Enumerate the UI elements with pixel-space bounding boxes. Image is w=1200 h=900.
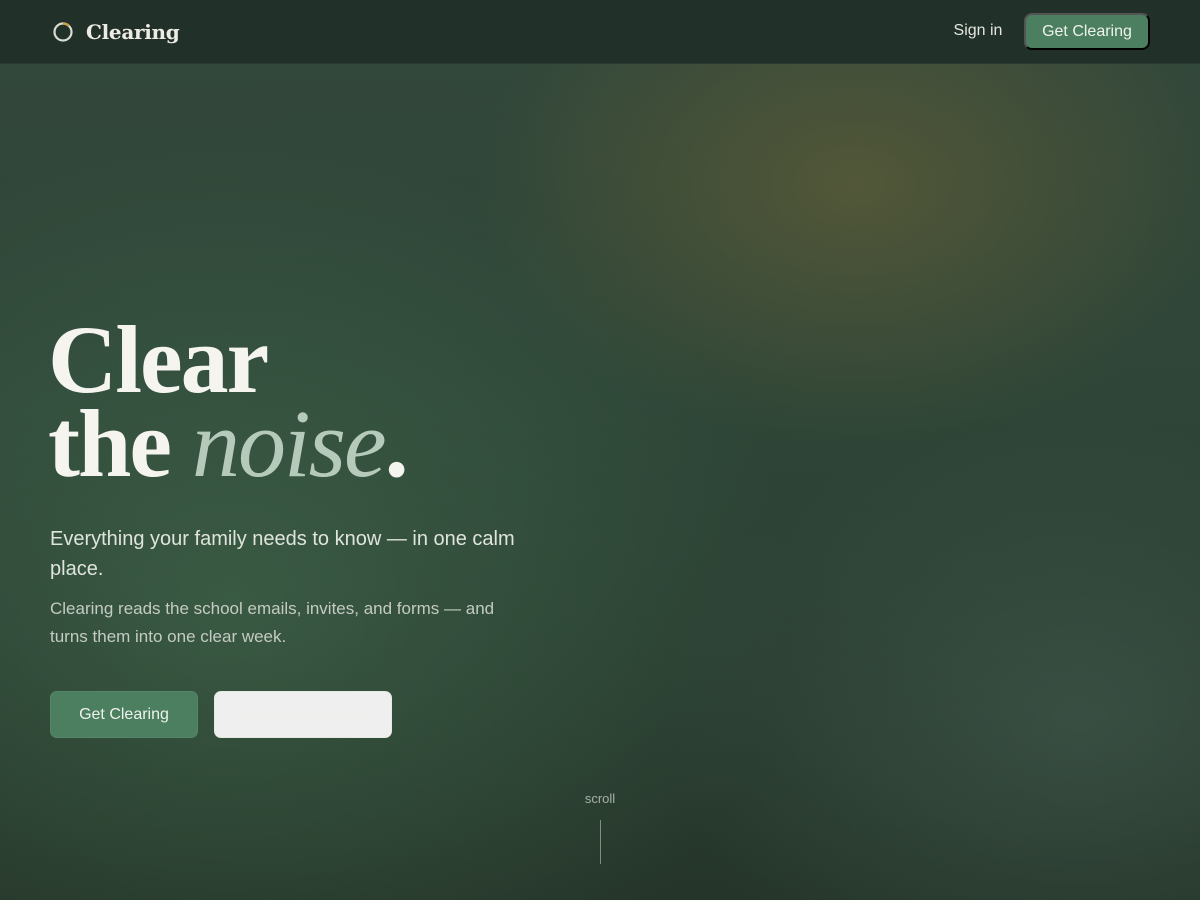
ring-logo-icon xyxy=(53,22,73,42)
headline-line-2: the noise. xyxy=(48,396,568,492)
scroll-indicator-line xyxy=(600,820,601,864)
hero-headline: Clear the noise. xyxy=(48,312,568,492)
hero-description: Clearing reads the school emails, invite… xyxy=(50,599,495,646)
headline-accent-word: noise xyxy=(191,390,387,497)
headline-prefix: the xyxy=(48,390,192,497)
brand-name: Clearing xyxy=(86,20,180,44)
scroll-hint-label: scroll xyxy=(584,791,616,806)
see-how-it-works-button[interactable]: See how it works xyxy=(214,691,392,738)
get-clearing-button[interactable]: Get Clearing xyxy=(50,691,198,738)
nav-get-clearing-button[interactable]: Get Clearing xyxy=(1024,13,1150,50)
hero-subheading: Everything your family needs to know — i… xyxy=(50,528,515,580)
landing-page: Clearing Sign in Get Clearing Clear the … xyxy=(0,0,1200,900)
brand-logo-link[interactable]: Clearing xyxy=(52,18,180,46)
headline-period: . xyxy=(384,390,409,497)
sign-in-link[interactable]: Sign in xyxy=(942,14,1014,48)
top-nav-bar: Clearing Sign in Get Clearing xyxy=(0,0,1200,64)
